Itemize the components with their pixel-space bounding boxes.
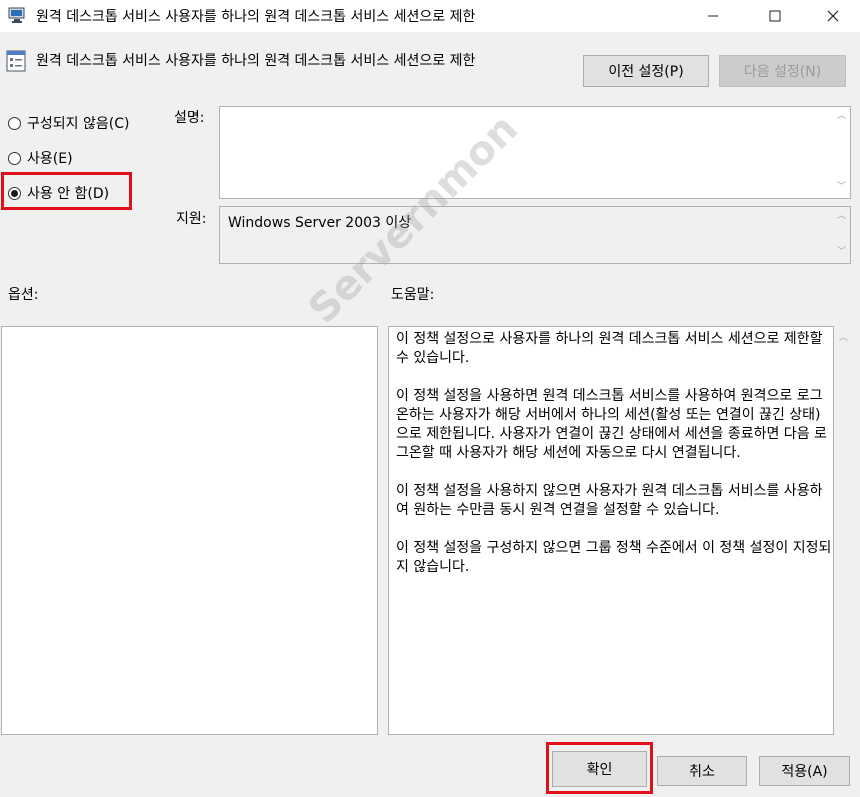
radio-label-enabled: 사용(E) xyxy=(27,151,73,167)
scroll-down-icon[interactable]: ﹀ xyxy=(837,248,846,257)
scroll-up-icon[interactable]: ︿ xyxy=(839,334,848,343)
scroll-up-icon[interactable]: ︿ xyxy=(837,212,846,221)
scroll-up-icon[interactable]: ︿ xyxy=(837,112,846,121)
supported-on-box: Windows Server 2003 이상 ︿ ﹀ xyxy=(219,206,851,264)
options-panel xyxy=(1,326,378,735)
description-textbox[interactable]: ︿ ﹀ xyxy=(219,106,851,199)
close-button[interactable] xyxy=(810,0,856,32)
help-label: 도움말: xyxy=(391,287,435,303)
policy-setting-icon xyxy=(6,50,26,72)
window-title: 원격 데스크톱 서비스 사용자를 하나의 원격 데스크톱 서비스 세션으로 제한 xyxy=(36,9,476,25)
radio-button-unchecked[interactable] xyxy=(8,116,21,130)
highlight-box-disabled xyxy=(1,172,132,210)
next-setting-button: 다음 설정(N) xyxy=(719,55,846,87)
radio-not-configured[interactable]: 구성되지 않음(C) xyxy=(8,113,129,133)
help-scrollbar[interactable]: ︿ xyxy=(835,326,852,735)
policy-window-icon xyxy=(8,7,25,23)
policy-title: 원격 데스크톱 서비스 사용자를 하나의 원격 데스크톱 서비스 세션으로 제한 xyxy=(36,53,476,69)
minimize-icon xyxy=(708,15,718,17)
help-panel: 이 정책 설정으로 사용자를 하나의 원격 데스크톱 서비스 세션으로 제한할 … xyxy=(388,326,834,735)
highlight-box-ok xyxy=(546,742,653,794)
apply-button[interactable]: 적용(A) xyxy=(759,756,850,786)
scroll-down-icon[interactable]: ﹀ xyxy=(837,183,846,192)
supported-on-label: 지원: xyxy=(176,211,207,227)
radio-button-unchecked[interactable] xyxy=(8,151,21,165)
radio-enabled[interactable]: 사용(E) xyxy=(8,148,73,168)
close-icon xyxy=(827,10,839,22)
radio-label-not-configured: 구성되지 않음(C) xyxy=(27,116,130,132)
minimize-button[interactable] xyxy=(690,0,736,32)
title-bar: 원격 데스크톱 서비스 사용자를 하나의 원격 데스크톱 서비스 세션으로 제한 xyxy=(0,0,860,32)
cancel-button[interactable]: 취소 xyxy=(657,756,747,786)
options-label: 옵션: xyxy=(8,287,39,303)
description-scrollbar[interactable]: ︿ ﹀ xyxy=(833,107,850,198)
maximize-button[interactable] xyxy=(752,0,798,32)
maximize-icon xyxy=(769,10,781,22)
description-label: 설명: xyxy=(174,110,205,126)
previous-setting-button[interactable]: 이전 설정(P) xyxy=(583,55,709,87)
help-text: 이 정책 설정으로 사용자를 하나의 원격 데스크톱 서비스 세션으로 제한할 … xyxy=(396,331,832,575)
supported-scrollbar[interactable]: ︿ ﹀ xyxy=(833,207,850,263)
